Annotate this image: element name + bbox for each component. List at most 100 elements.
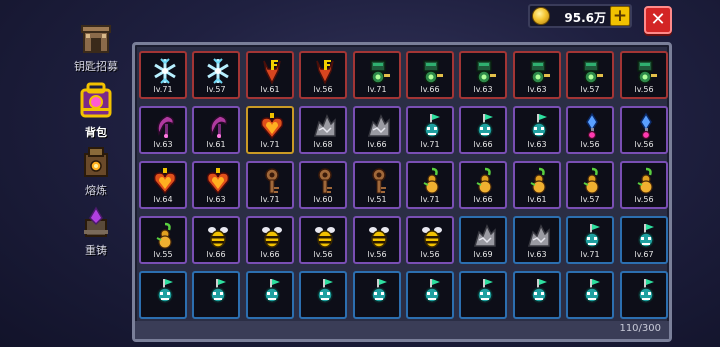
inventory-slot[interactable]: lv.64	[139, 161, 187, 209]
inventory-slot[interactable]: lv.71	[246, 161, 294, 209]
inventory-slot[interactable]: lv.56	[620, 161, 668, 209]
inventory-slot[interactable]: lv.60	[299, 161, 347, 209]
nav-label: 钥匙招募	[74, 60, 118, 73]
inventory-slot[interactable]	[353, 271, 401, 319]
inventory-slot[interactable]: lv.63	[513, 106, 561, 154]
gourd-key-icon	[583, 167, 599, 194]
flag-skull-key-icon	[424, 114, 440, 138]
item-level: lv.63	[206, 195, 226, 204]
inventory-slot[interactable]: lv.71	[353, 51, 401, 99]
inventory-slot[interactable]: lv.56	[620, 106, 668, 154]
inventory-slot[interactable]: lv.61	[513, 161, 561, 209]
inventory-slot[interactable]: lv.66	[192, 216, 240, 264]
flag-skull-key-icon	[371, 279, 387, 303]
inventory-slot[interactable]: lv.57	[566, 161, 614, 209]
inventory-slot[interactable]: lv.56	[299, 216, 347, 264]
inventory-slot[interactable]: lv.51	[353, 161, 401, 209]
inventory-slot[interactable]: lv.63	[513, 216, 561, 264]
inventory-slot[interactable]: lv.69	[459, 216, 507, 264]
item-level: lv.71	[420, 195, 440, 204]
item-level: lv.61	[527, 195, 547, 204]
nav-item-backpack[interactable]: 背包	[64, 80, 128, 139]
item-level: lv.56	[420, 250, 440, 259]
item-level: lv.71	[420, 140, 440, 149]
demon-key-icon	[263, 60, 281, 85]
bronze-key-icon	[318, 168, 332, 194]
inventory-slot[interactable]: lv.61	[246, 51, 294, 99]
currency-value: 95.6万	[564, 11, 606, 25]
item-level: lv.61	[206, 140, 226, 149]
flag-skull-key-icon	[584, 224, 600, 248]
inventory-slot[interactable]	[513, 271, 561, 319]
inventory-slot[interactable]	[459, 271, 507, 319]
inventory-slot[interactable]: lv.67	[620, 216, 668, 264]
fire-heart-key-icon	[206, 168, 230, 195]
inventory-slot[interactable]	[566, 271, 614, 319]
flag-skull-key-icon	[531, 114, 547, 138]
inventory-slot[interactable]	[139, 271, 187, 319]
inventory-grid[interactable]: lv.71 lv.57 lv.61 lv.56 lv.71 lv.66 lv.63 lv.63…	[139, 51, 669, 319]
currency-display: 95.6万 +	[528, 4, 632, 28]
close-button[interactable]: ✕	[644, 6, 672, 34]
inventory-slot[interactable]	[246, 271, 294, 319]
stone-key-icon	[368, 114, 390, 137]
inventory-slot[interactable]	[620, 271, 668, 319]
inventory-slot[interactable]: lv.71	[246, 106, 294, 154]
item-level: lv.63	[527, 250, 547, 259]
inventory-slot[interactable]: lv.56	[406, 216, 454, 264]
gourd-key-icon	[156, 222, 172, 249]
nav-item-recast[interactable]: 重铸	[64, 202, 128, 258]
item-level: lv.56	[580, 140, 600, 149]
inventory-slot[interactable]: lv.63	[139, 106, 187, 154]
inventory-slot[interactable]: lv.71	[139, 51, 187, 99]
item-level: lv.67	[634, 250, 654, 259]
inventory-slot[interactable]: lv.66	[459, 106, 507, 154]
crystal-key-icon	[640, 112, 652, 140]
inventory-slot[interactable]: lv.68	[299, 106, 347, 154]
inventory-slot[interactable]: lv.71	[406, 161, 454, 209]
inventory-slot[interactable]: lv.66	[246, 216, 294, 264]
item-level: lv.66	[367, 140, 387, 149]
flag-skull-key-icon	[638, 224, 654, 248]
inventory-slot[interactable]: lv.66	[353, 106, 401, 154]
inventory-slot[interactable]: lv.56	[353, 216, 401, 264]
inventory-slot[interactable]: lv.63	[513, 51, 561, 99]
add-currency-button[interactable]: +	[610, 6, 630, 26]
item-level: lv.63	[473, 85, 493, 94]
inventory-slot[interactable]: lv.57	[192, 51, 240, 99]
inventory-slot[interactable]: lv.57	[566, 51, 614, 99]
flag-skull-key-icon	[317, 279, 333, 303]
flag-skull-key-icon	[638, 279, 654, 303]
flag-skull-key-icon	[424, 279, 440, 303]
nav-item-smelt[interactable]: 熔炼	[64, 142, 128, 198]
inventory-slot[interactable]: lv.71	[566, 216, 614, 264]
demon-key-icon	[316, 60, 334, 85]
inventory-slot[interactable]: lv.56	[566, 106, 614, 154]
flag-skull-key-icon	[477, 279, 493, 303]
item-level: lv.60	[313, 195, 333, 204]
flag-skull-key-icon	[477, 114, 493, 138]
item-level: lv.64	[153, 195, 173, 204]
item-level: lv.68	[313, 140, 333, 149]
inventory-slot[interactable]: lv.66	[406, 51, 454, 99]
bronze-key-icon	[265, 168, 279, 194]
inventory-slot[interactable]: lv.71	[406, 106, 454, 154]
inventory-slot[interactable]: lv.56	[299, 51, 347, 99]
item-level: lv.56	[367, 250, 387, 259]
inventory-slot[interactable]	[192, 271, 240, 319]
gate-icon	[81, 25, 111, 53]
inventory-slot[interactable]: lv.56	[620, 51, 668, 99]
bee-key-icon	[422, 227, 442, 248]
inventory-slot[interactable]: lv.63	[459, 51, 507, 99]
inventory-slot[interactable]	[406, 271, 454, 319]
inventory-slot[interactable]: lv.55	[139, 216, 187, 264]
bee-key-icon	[369, 227, 389, 248]
inventory-slot[interactable]: lv.66	[459, 161, 507, 209]
capacity-count: 110/300	[619, 323, 661, 334]
inventory-slot[interactable]: lv.63	[192, 161, 240, 209]
stone-key-icon	[314, 114, 336, 137]
item-level: lv.56	[313, 250, 333, 259]
inventory-slot[interactable]: lv.61	[192, 106, 240, 154]
inventory-slot[interactable]	[299, 271, 347, 319]
nav-item-key-recruit[interactable]: 钥匙招募	[64, 18, 128, 74]
